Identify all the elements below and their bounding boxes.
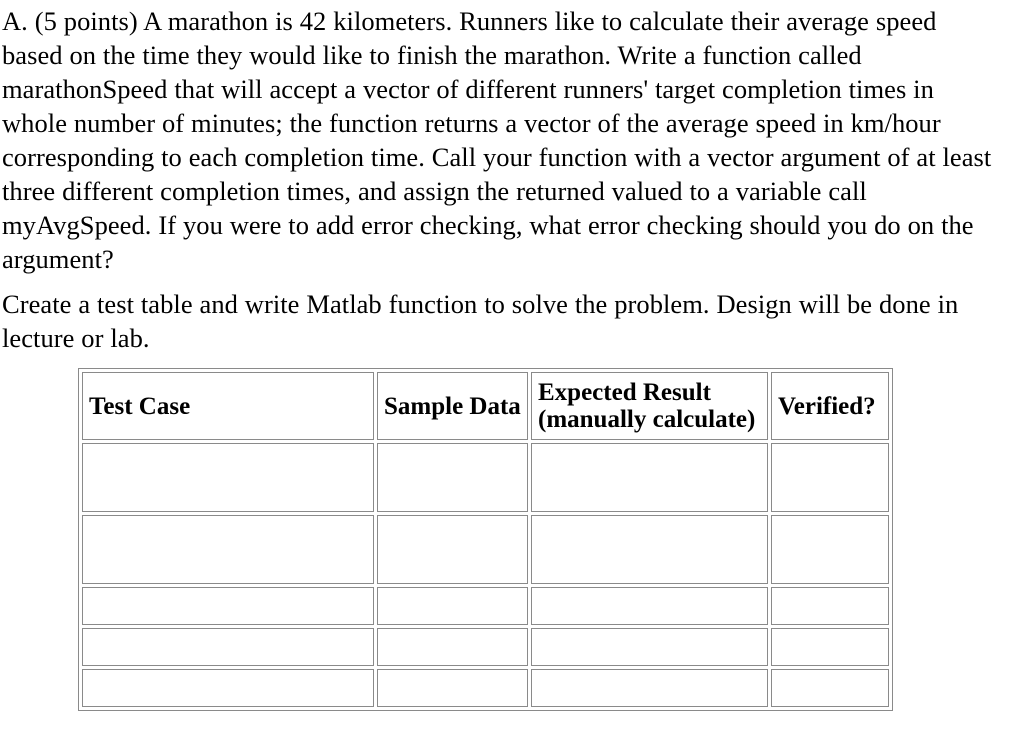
test-table: Test Case Sample Data Expected Result (m… <box>78 368 893 711</box>
header-label-test-case: Test Case <box>89 392 191 420</box>
cell-verified[interactable] <box>771 587 889 625</box>
header-label-sample-data: Sample Data <box>384 392 521 420</box>
cell-expected-result[interactable] <box>531 515 768 584</box>
cell-value <box>89 688 367 689</box>
problem-statement: A. (5 points) A marathon is 42 kilometer… <box>0 0 1024 355</box>
cell-sample-data[interactable] <box>377 443 528 512</box>
cell-value <box>384 647 521 648</box>
cell-value <box>778 477 882 478</box>
cell-verified[interactable] <box>771 515 889 584</box>
cell-test-case[interactable] <box>82 587 374 625</box>
cell-value <box>538 647 761 648</box>
table-row <box>82 587 889 625</box>
test-table-container: Test Case Sample Data Expected Result (m… <box>78 368 893 711</box>
problem-paragraph-1: A. (5 points) A marathon is 42 kilometer… <box>2 6 992 274</box>
document-page: A. (5 points) A marathon is 42 kilometer… <box>0 0 1024 746</box>
cell-verified[interactable] <box>771 628 889 666</box>
header-label-expected-result-line1: Expected Result <box>538 379 711 406</box>
cell-value <box>778 688 882 689</box>
cell-value <box>538 549 761 550</box>
cell-expected-result[interactable] <box>531 669 768 707</box>
header-cell-sample-data: Sample Data <box>377 372 528 440</box>
cell-value <box>538 477 761 478</box>
cell-verified[interactable] <box>771 669 889 707</box>
cell-value <box>384 549 521 550</box>
table-header-row: Test Case Sample Data Expected Result (m… <box>82 372 889 440</box>
cell-value <box>89 477 367 478</box>
cell-test-case[interactable] <box>82 669 374 707</box>
cell-verified[interactable] <box>771 443 889 512</box>
cell-value <box>89 606 367 607</box>
cell-expected-result[interactable] <box>531 628 768 666</box>
cell-test-case[interactable] <box>82 628 374 666</box>
header-label-expected-result-line2: (manually calculate) <box>538 406 756 433</box>
cell-value <box>538 606 761 607</box>
cell-value <box>384 688 521 689</box>
cell-sample-data[interactable] <box>377 515 528 584</box>
table-row <box>82 628 889 666</box>
cell-value <box>89 647 367 648</box>
cell-expected-result[interactable] <box>531 587 768 625</box>
cell-value <box>89 549 367 550</box>
cell-sample-data[interactable] <box>377 587 528 625</box>
problem-paragraph-2: Create a test table and write Matlab fun… <box>2 289 959 353</box>
header-cell-verified: Verified? <box>771 372 889 440</box>
cell-sample-data[interactable] <box>377 669 528 707</box>
cell-value <box>384 606 521 607</box>
table-row <box>82 515 889 584</box>
table-row <box>82 443 889 512</box>
cell-value <box>778 549 882 550</box>
cell-value <box>538 688 761 689</box>
cell-sample-data[interactable] <box>377 628 528 666</box>
cell-value <box>778 647 882 648</box>
cell-value <box>778 606 882 607</box>
header-cell-expected-result: Expected Result (manually calculate) <box>531 372 768 440</box>
cell-expected-result[interactable] <box>531 443 768 512</box>
cell-test-case[interactable] <box>82 443 374 512</box>
table-row <box>82 669 889 707</box>
cell-test-case[interactable] <box>82 515 374 584</box>
header-label-verified: Verified? <box>778 392 876 420</box>
cell-value <box>384 477 521 478</box>
header-cell-test-case: Test Case <box>82 372 374 440</box>
